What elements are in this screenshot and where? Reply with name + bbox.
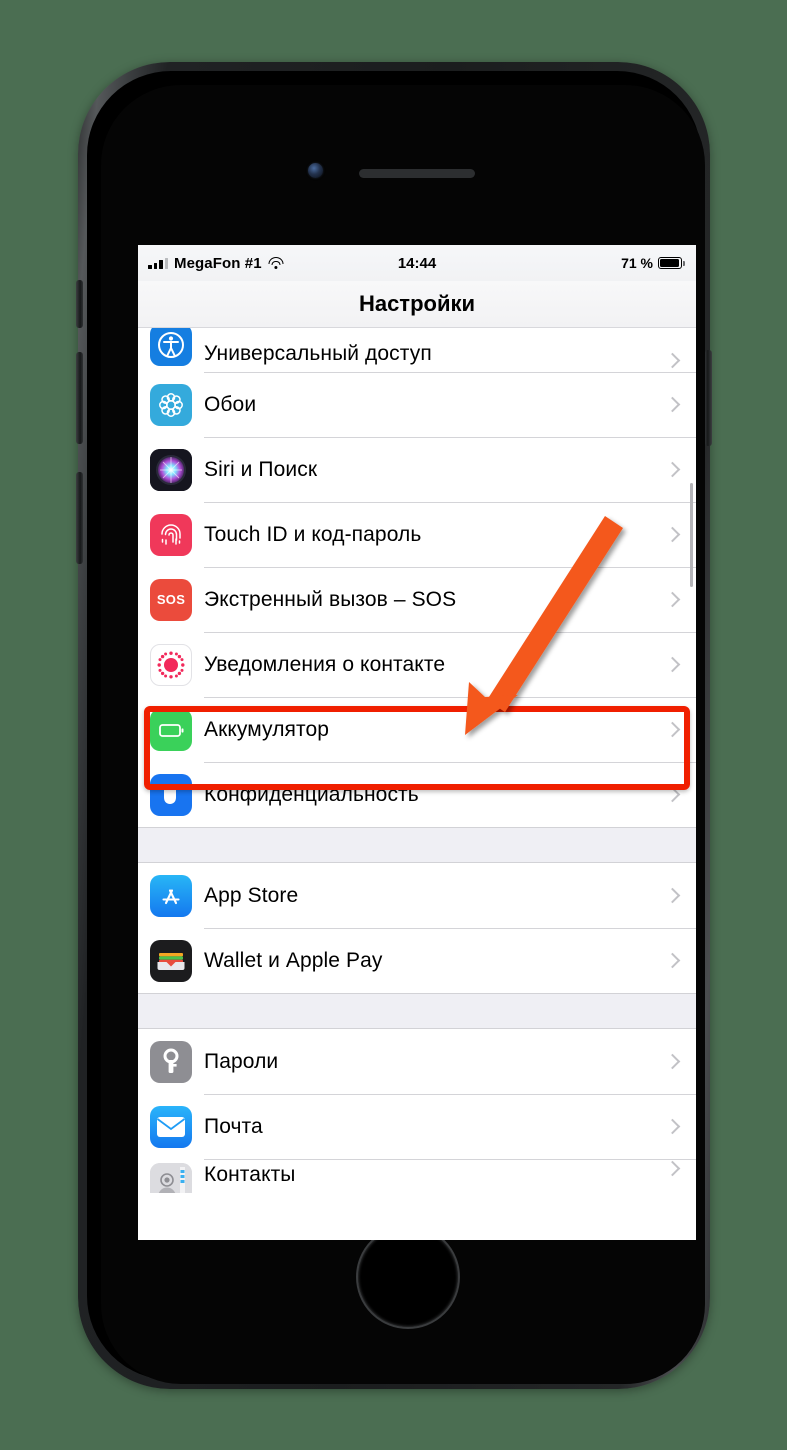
battery-row-highlight [144,706,690,790]
battery-icon [658,257,685,269]
settings-row-wallet-apple-pay[interactable]: Wallet и Apple Pay [138,928,696,993]
wifi-icon [268,257,284,269]
accessibility-icon [150,324,192,366]
home-button[interactable] [356,1225,460,1329]
chevron-right-icon [664,656,681,673]
passwords-key-icon [150,1040,192,1083]
settings-row-label: Экстренный вызов – SOS [204,587,457,611]
settings-row-label: Wallet и Apple Pay [204,948,383,972]
settings-row-passwords[interactable]: Пароли [138,1029,696,1094]
settings-row-label: Контакты [204,1163,296,1186]
settings-row-contact-alert[interactable]: Уведомления о контакте [138,632,696,697]
settings-row-label: Touch ID и код-пароль [204,522,422,546]
wallet-icon [150,939,192,982]
settings-row-wallpaper[interactable]: Обои [138,372,696,437]
chevron-right-icon [664,1160,681,1177]
settings-row-label: Пароли [204,1049,279,1073]
chevron-right-icon [664,396,681,413]
settings-row-label: Универсальный доступ [204,342,432,365]
chevron-right-icon [664,526,681,543]
status-bar-left: MegaFon #1 [148,255,284,272]
settings-row-label: App Store [204,883,299,907]
settings-row-siri-search[interactable]: Siri и Поиск [138,437,696,502]
touch-id-icon [150,513,192,556]
carrier-label: MegaFon #1 [174,254,262,272]
contact-alert-icon [150,643,192,686]
volume-down-button[interactable] [76,472,83,564]
chevron-right-icon [664,1053,681,1070]
mail-icon [150,1105,192,1148]
earpiece-speaker-icon [359,169,475,178]
settings-row-label: Siri и Поиск [204,457,318,481]
phone-bezel: MegaFon #1 14:44 71 % Настройки Универса… [87,71,705,1384]
vertical-scrollbar[interactable] [689,483,693,587]
chevron-right-icon [664,1118,681,1135]
screenshot-root: MegaFon #1 14:44 71 % Настройки Универса… [0,0,787,1450]
settings-row-touch-id[interactable]: Touch ID и код-пароль [138,502,696,567]
chevron-right-icon [664,952,681,969]
settings-group-accounts: Пароли Почта Контакты [138,1029,696,1193]
chevron-right-icon [664,461,681,478]
settings-row-app-store[interactable]: App Store [138,863,696,928]
settings-row-accessibility[interactable]: Универсальный доступ [138,324,696,372]
settings-group-stores: App Store Wallet и Apple Pay [138,863,696,993]
settings-row-label: Уведомления о контакте [204,652,446,676]
battery-percent-label: 71 % [621,255,653,271]
settings-row-mail[interactable]: Почта [138,1094,696,1159]
section-separator [138,827,696,863]
wallpaper-icon [150,383,192,426]
settings-row-emergency-sos[interactable]: SOS Экстренный вызов – SOS [138,567,696,632]
chevron-right-icon [664,352,681,369]
settings-row-contacts[interactable]: Контакты [138,1159,696,1193]
phone-frame: MegaFon #1 14:44 71 % Настройки Универса… [76,62,712,1389]
contacts-icon [150,1163,192,1193]
silent-switch[interactable] [76,280,83,328]
sos-icon: SOS [150,578,192,621]
phone-screen: MegaFon #1 14:44 71 % Настройки Универса… [138,245,696,1240]
status-bar-right: 71 % [621,255,685,271]
section-separator [138,993,696,1029]
settings-row-label: Почта [204,1114,263,1138]
signal-strength-icon [148,257,168,269]
app-store-icon [150,874,192,917]
siri-icon [150,448,192,491]
page-title: Настройки [138,281,696,328]
chevron-right-icon [664,887,681,904]
power-button[interactable] [705,350,712,446]
status-bar: MegaFon #1 14:44 71 % [138,245,696,281]
volume-up-button[interactable] [76,352,83,444]
front-camera-icon [308,163,323,178]
phone-glass: MegaFon #1 14:44 71 % Настройки Универса… [101,85,705,1384]
settings-row-label: Обои [204,392,257,416]
chevron-right-icon [664,591,681,608]
